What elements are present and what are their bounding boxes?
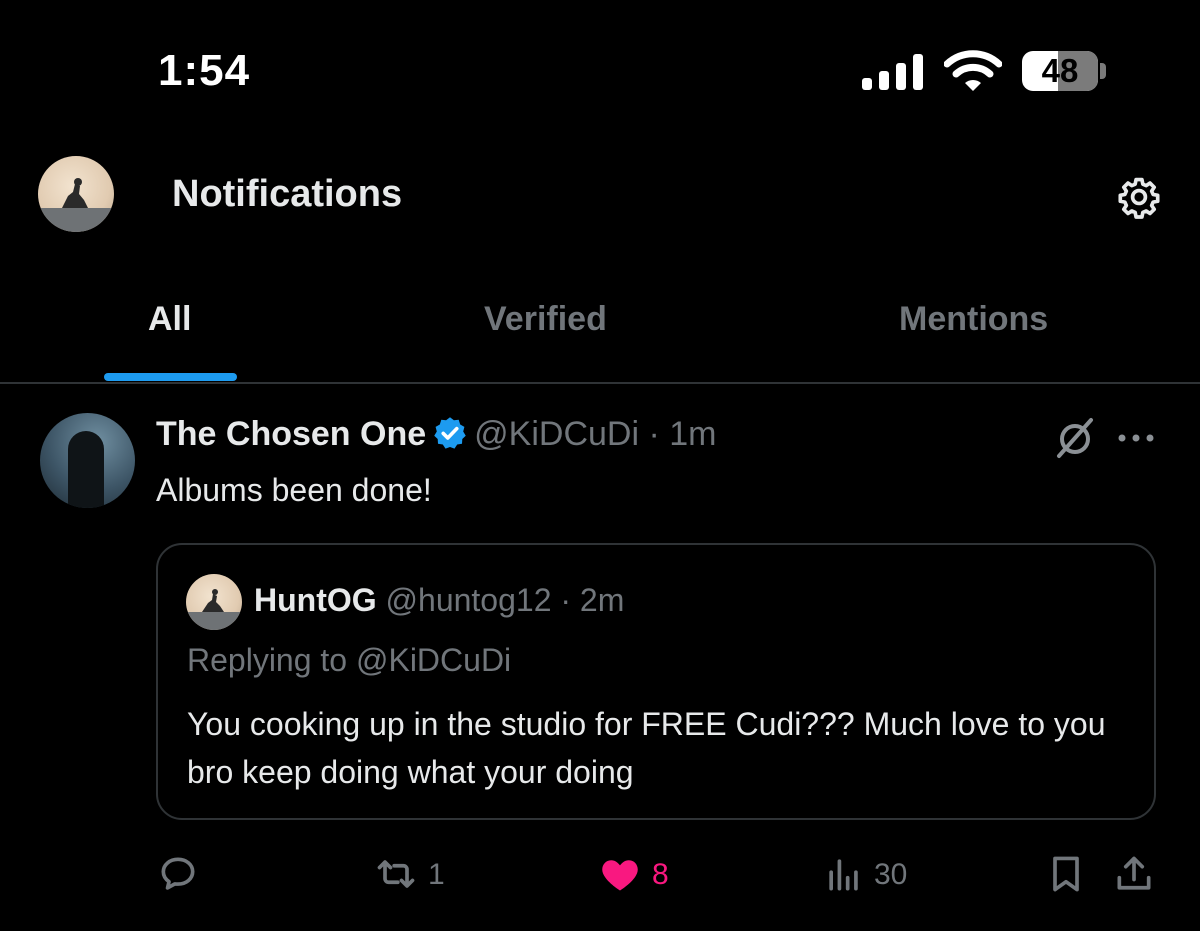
tab-all[interactable]: All bbox=[148, 300, 191, 339]
tweet-time: 1m bbox=[669, 415, 717, 453]
views-bar-chart-icon bbox=[829, 859, 858, 891]
tabs-divider bbox=[0, 382, 1200, 384]
author-handle[interactable]: @KiDCuDi bbox=[474, 415, 639, 453]
retweet-count: 1 bbox=[428, 858, 445, 891]
share-upload-icon bbox=[1117, 856, 1151, 890]
bookmark-icon bbox=[1053, 856, 1079, 892]
tab-verified[interactable]: Verified bbox=[484, 300, 607, 339]
retweet-button[interactable]: 1 bbox=[374, 852, 454, 900]
settings-gear-icon[interactable] bbox=[1117, 175, 1161, 219]
page-title: Notifications bbox=[172, 173, 403, 215]
quoted-author-avatar bbox=[186, 574, 242, 630]
tweet-text: Albums been done! bbox=[156, 472, 432, 508]
battery-cap bbox=[1100, 63, 1106, 79]
replying-to-label: Replying to @KiDCuDi bbox=[187, 642, 512, 678]
tweet-author-line: The Chosen One @KiDCuDi · 1m bbox=[156, 415, 716, 454]
heart-filled-icon bbox=[602, 860, 638, 891]
quoted-separator: · bbox=[560, 582, 572, 618]
retweet-icon bbox=[377, 860, 415, 888]
status-time: 1:54 bbox=[158, 46, 251, 95]
quoted-handle: @huntog12 bbox=[385, 582, 552, 618]
battery-level: 48 bbox=[1041, 52, 1079, 89]
quoted-author-line: HuntOG @huntog12 · 2m bbox=[254, 582, 624, 619]
reply-button[interactable] bbox=[156, 852, 206, 900]
share-button[interactable] bbox=[1112, 852, 1156, 900]
reply-bubble-icon bbox=[161, 857, 195, 890]
grok-icon[interactable] bbox=[1053, 416, 1097, 460]
tweet-author-avatar[interactable] bbox=[40, 413, 135, 508]
active-tab-indicator bbox=[104, 373, 237, 381]
views-count: 30 bbox=[874, 858, 908, 891]
meta-separator: · bbox=[648, 415, 660, 453]
cellular-signal-icon bbox=[862, 54, 923, 90]
views-button[interactable]: 30 bbox=[822, 852, 922, 900]
tab-mentions[interactable]: Mentions bbox=[899, 300, 1048, 339]
profile-avatar[interactable] bbox=[38, 156, 114, 232]
like-button[interactable]: 8 bbox=[598, 852, 678, 900]
bookmark-button[interactable] bbox=[1044, 852, 1088, 900]
wifi-icon bbox=[944, 50, 1002, 91]
author-display-name[interactable]: The Chosen One bbox=[156, 415, 426, 453]
more-options-icon[interactable] bbox=[1116, 418, 1156, 458]
like-count: 8 bbox=[652, 858, 669, 891]
battery-indicator: 48 bbox=[1022, 51, 1098, 91]
quoted-display-name: HuntOG bbox=[254, 582, 377, 618]
quoted-tweet-text: You cooking up in the studio for FREE Cu… bbox=[187, 706, 1106, 790]
quoted-time: 2m bbox=[579, 582, 625, 618]
verified-badge-icon bbox=[434, 417, 466, 449]
